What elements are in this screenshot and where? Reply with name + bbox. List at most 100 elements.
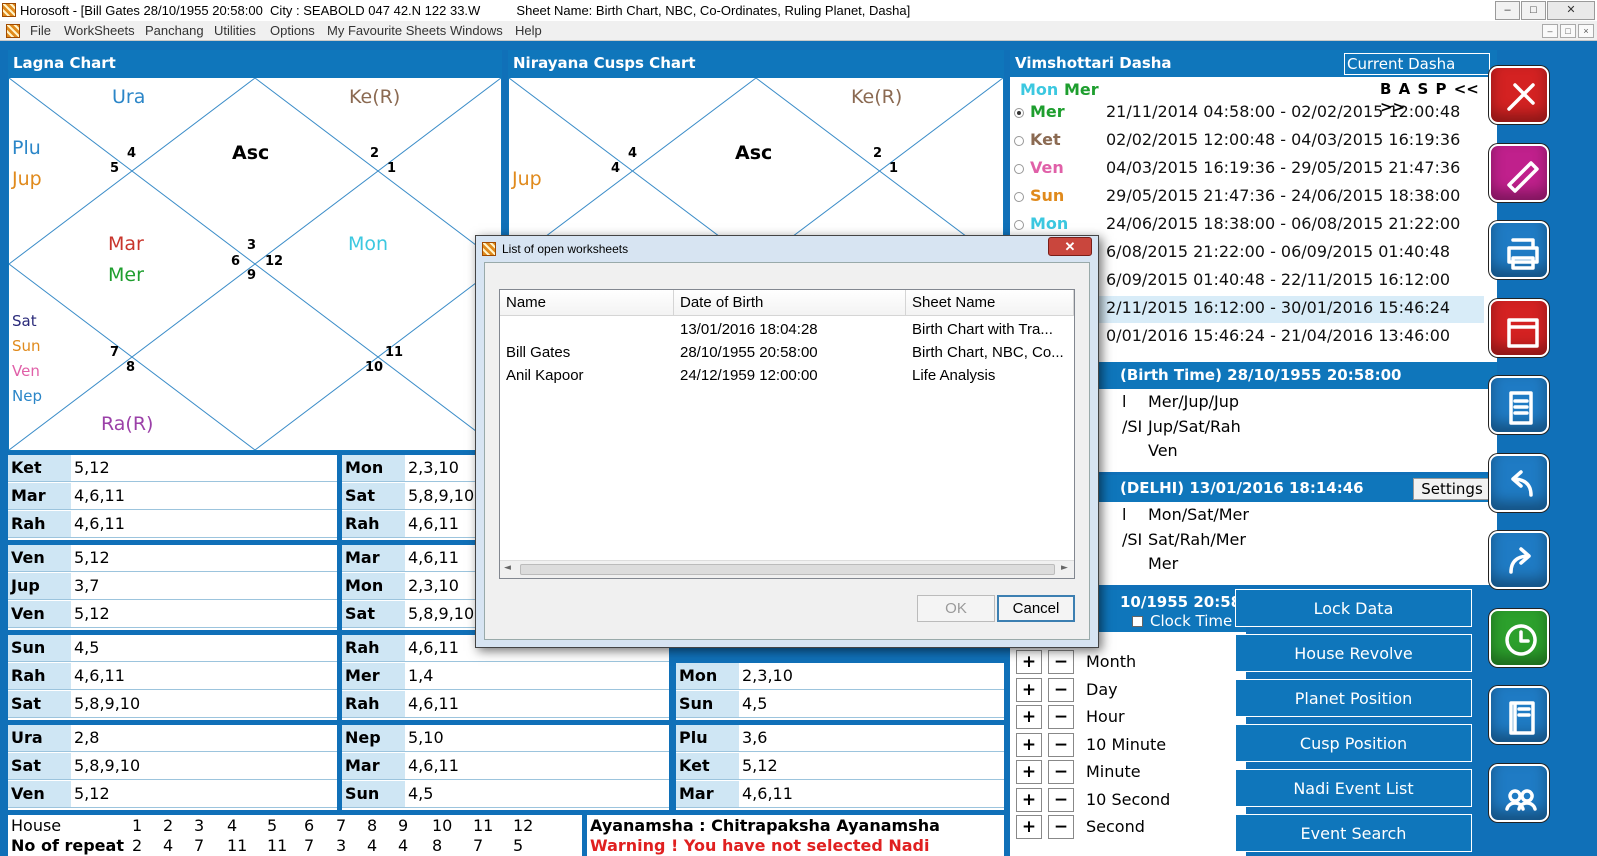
ruling-value: Sat/Rah/Mer [1148, 530, 1246, 549]
dasha-row[interactable]: Ket 02/02/2015 12:00:48 - 04/03/2015 16:1… [1014, 128, 1484, 155]
col-header-sheet[interactable]: Sheet Name [906, 290, 1074, 316]
repeat-count: 2 [132, 836, 143, 855]
adjust-unit-label: Hour [1086, 707, 1125, 726]
back-arrow-icon[interactable] [1489, 453, 1549, 512]
worksheet-list[interactable]: Name Date of Birth Sheet Name 13/01/2016… [499, 289, 1075, 579]
close-window-button[interactable]: ✕ [1547, 1, 1595, 20]
dasha-row[interactable]: Mer 21/11/2014 04:58:00 - 02/02/2015 12:0… [1014, 100, 1484, 127]
forward-arrow-icon[interactable] [1489, 531, 1549, 589]
decrement-button[interactable]: − [1048, 760, 1074, 784]
house-number: 12 [513, 816, 534, 835]
worksheet-row[interactable]: Anil Kapoor 24/12/1959 12:00:00 Life Analy… [500, 364, 1074, 387]
planet-ra: Ra(R) [101, 413, 154, 435]
event-search-button[interactable]: Event Search [1235, 814, 1472, 852]
increment-button[interactable]: + [1016, 650, 1042, 674]
dasha-radio[interactable] [1014, 108, 1024, 118]
col-header-dob[interactable]: Date of Birth [674, 290, 906, 316]
planet-mon: Mon [348, 233, 389, 255]
dialog-body: Name Date of Birth Sheet Name 13/01/2016… [484, 262, 1090, 640]
dasha-radio[interactable] [1014, 164, 1024, 174]
house-number: 10 [432, 816, 453, 835]
planet-ven: Ven [12, 362, 40, 380]
house-number: 12 [265, 254, 284, 269]
house-number: 4 [628, 146, 638, 161]
sig-houses: 5,8,9,10 [74, 694, 141, 713]
scroll-left-icon[interactable]: ◄ [504, 563, 511, 573]
increment-button[interactable]: + [1016, 760, 1042, 784]
sig-houses: 5,12 [74, 784, 110, 803]
house-number: 5 [267, 816, 278, 835]
clock-time-checkbox[interactable] [1132, 616, 1143, 627]
dasha-row[interactable]: Sun 29/05/2015 21:47:36 - 24/06/2015 18:3… [1014, 184, 1484, 211]
printer-icon[interactable] [1489, 221, 1549, 279]
dasha-radio[interactable] [1014, 136, 1024, 146]
adjust-unit-label: 10 Second [1086, 789, 1171, 809]
lagna-chart-lines [9, 78, 501, 450]
clock-icon[interactable] [1489, 608, 1549, 667]
horizontal-scrollbar[interactable]: ◄ ► [500, 560, 1074, 578]
sig-planet: Mar [342, 753, 405, 779]
decrement-button[interactable]: − [1048, 815, 1074, 839]
document-icon[interactable] [1489, 376, 1549, 434]
decrement-button[interactable]: − [1048, 787, 1074, 812]
calendar-icon[interactable] [1489, 298, 1549, 357]
menu-panchang[interactable]: Panchang [145, 21, 204, 41]
cusp-position-button[interactable]: Cusp Position [1235, 724, 1472, 762]
lock-data-button[interactable]: Lock Data [1235, 589, 1472, 627]
edit-icon[interactable] [1489, 143, 1549, 202]
minimize-button[interactable]: – [1495, 1, 1520, 20]
dasha-radio[interactable] [1014, 192, 1024, 202]
decrement-button[interactable]: − [1048, 650, 1074, 674]
decrement-button[interactable]: − [1048, 705, 1074, 729]
group-icon[interactable] [1489, 763, 1549, 822]
tools-icon[interactable] [1489, 66, 1549, 124]
worksheet-sheet: Birth Chart, NBC, Co... [912, 344, 1064, 361]
sig-houses: 5,10 [408, 728, 444, 747]
menu-options[interactable]: Options [270, 21, 315, 41]
menu-worksheets[interactable]: WorkSheets [64, 21, 135, 41]
house-label: House [11, 816, 62, 835]
increment-button[interactable]: + [1016, 815, 1042, 839]
increment-button[interactable]: + [1016, 705, 1042, 729]
adjust-unit-label: Second [1086, 817, 1145, 836]
increment-button[interactable]: + [1016, 787, 1042, 812]
planet-asc: Asc [232, 142, 270, 164]
scroll-right-icon[interactable]: ► [1061, 563, 1068, 573]
increment-button[interactable]: + [1016, 732, 1042, 757]
cancel-button[interactable]: Cancel [997, 595, 1075, 622]
menu-my-favourite-sheets[interactable]: My Favourite Sheets [327, 21, 446, 41]
mdi-doc-icon[interactable] [6, 24, 20, 38]
mdi-close-button[interactable]: × [1578, 24, 1594, 38]
settings-button[interactable]: Settings [1413, 478, 1491, 500]
sig-houses: 4,6,11 [74, 514, 125, 533]
sig-houses: 4,5 [408, 784, 434, 803]
decrement-button[interactable]: − [1048, 732, 1074, 757]
dasha-radio[interactable] [1014, 220, 1024, 230]
menu-file[interactable]: File [30, 21, 51, 41]
col-header-name[interactable]: Name [500, 290, 674, 316]
lagna-chart[interactable]: Ura Ke(R) Plu Jup Asc Mar Mer Mon Sat Su… [8, 77, 502, 451]
dasha-row[interactable]: Ven 04/03/2015 16:19:36 - 29/05/2015 21:4… [1014, 156, 1484, 183]
nadi-event-list-button[interactable]: Nadi Event List [1235, 769, 1472, 807]
mdi-minimize-button[interactable]: – [1542, 24, 1558, 38]
scroll-thumb[interactable] [520, 564, 1055, 575]
menu-help[interactable]: Help [515, 21, 542, 41]
ruling-label: l [1122, 505, 1127, 524]
planet-plu: Plu [12, 137, 41, 159]
planet-mar: Mar [108, 233, 144, 255]
decrement-button[interactable]: − [1048, 677, 1074, 702]
house-revolve-button[interactable]: House Revolve [1235, 634, 1472, 672]
ok-button[interactable]: OK [917, 595, 995, 622]
menu-utilities[interactable]: Utilities [214, 21, 256, 41]
maximize-button[interactable]: □ [1521, 1, 1546, 20]
worksheet-row[interactable]: 13/01/2016 18:04:28 Birth Chart with Tra.… [500, 318, 1074, 341]
worksheet-row[interactable]: Bill Gates 28/10/1955 20:58:00 Birth Chart… [500, 341, 1074, 364]
notebook-icon[interactable] [1489, 686, 1549, 744]
menu-windows[interactable]: Windows [450, 21, 503, 41]
dasha-period: 02/02/2015 12:00:48 - 04/03/2015 16:19:3… [1106, 130, 1461, 149]
planet-position-button[interactable]: Planet Position [1235, 679, 1472, 717]
dialog-close-button[interactable]: ✕ [1048, 237, 1092, 256]
increment-button[interactable]: + [1016, 677, 1042, 702]
mdi-restore-button[interactable]: □ [1560, 24, 1576, 38]
current-dasha-field[interactable]: Current Dasha [1344, 53, 1490, 75]
